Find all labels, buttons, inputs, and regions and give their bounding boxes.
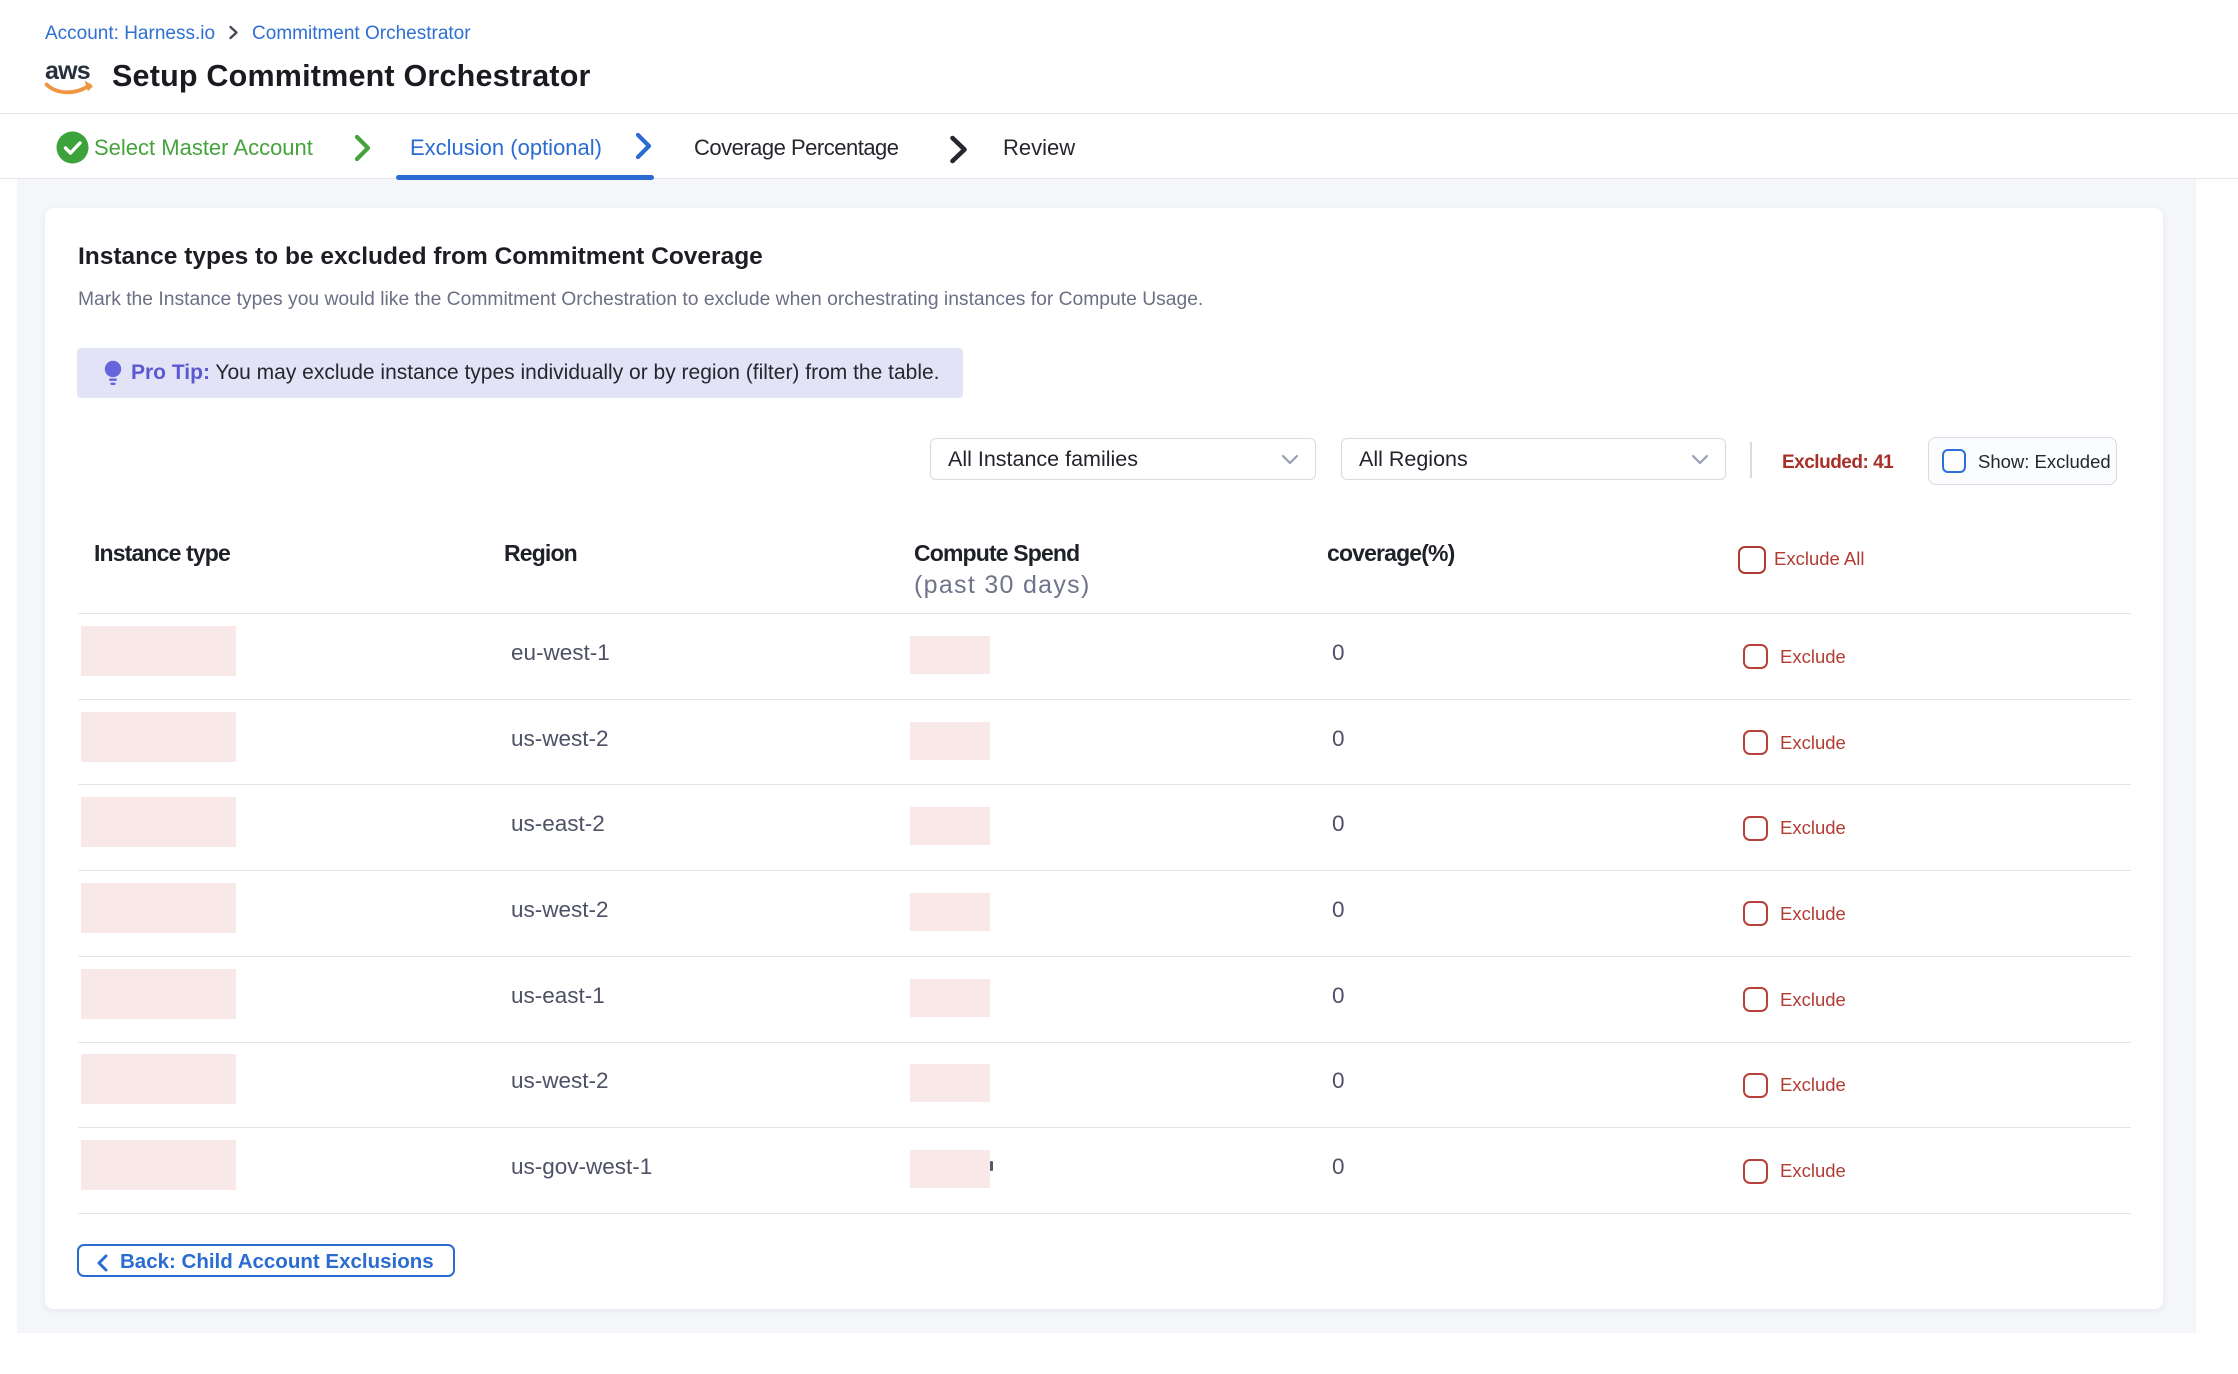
svg-text:aws: aws xyxy=(45,58,90,85)
